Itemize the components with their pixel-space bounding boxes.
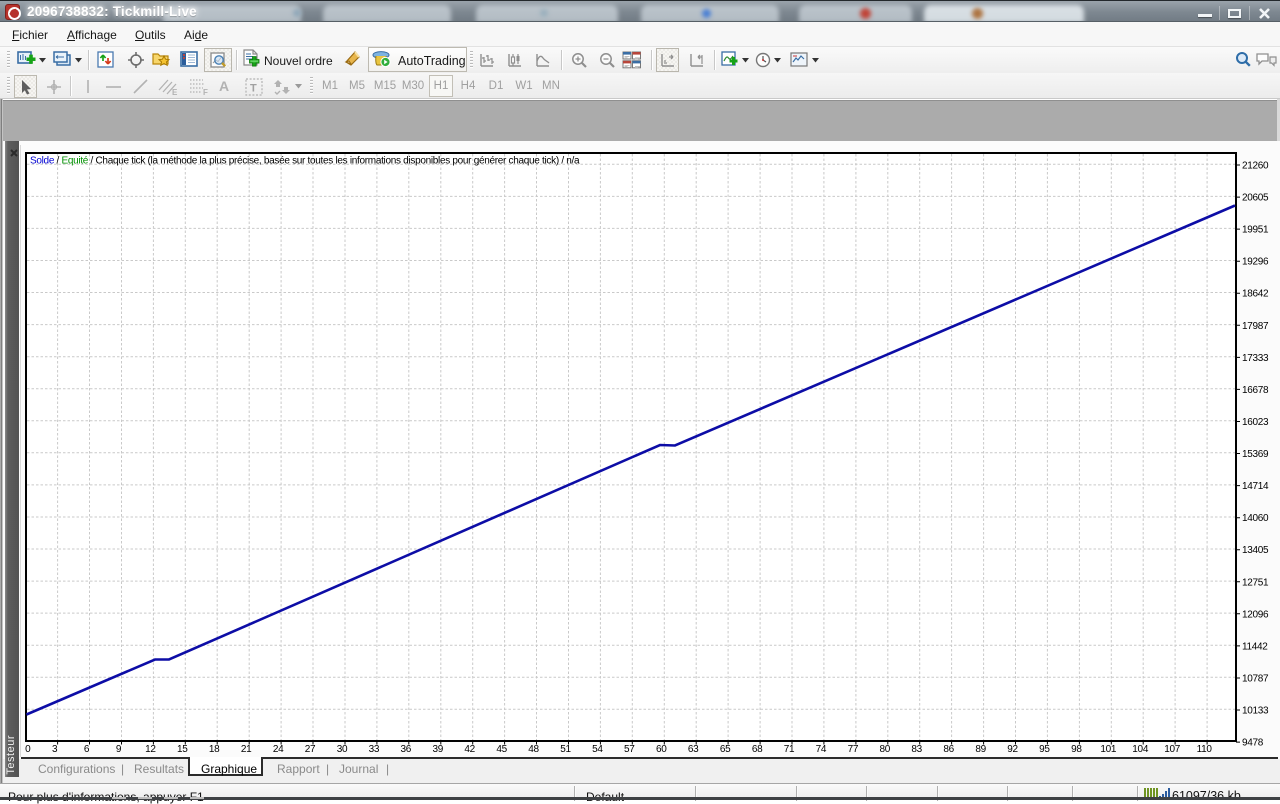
svg-text:16678: 16678 bbox=[1242, 385, 1269, 396]
svg-text:Solde / Equité / Chaque tick (: Solde / Equité / Chaque tick (la méthode… bbox=[30, 156, 580, 167]
svg-text:71: 71 bbox=[784, 744, 795, 755]
svg-text:104: 104 bbox=[1132, 744, 1149, 755]
svg-text:10787: 10787 bbox=[1242, 674, 1269, 685]
svg-text:9478: 9478 bbox=[1242, 738, 1264, 749]
svg-text:107: 107 bbox=[1164, 744, 1181, 755]
svg-text:89: 89 bbox=[975, 744, 986, 755]
svg-text:18: 18 bbox=[209, 744, 220, 755]
svg-text:33: 33 bbox=[369, 744, 380, 755]
svg-text:48: 48 bbox=[528, 744, 539, 755]
svg-text:101: 101 bbox=[1100, 744, 1117, 755]
svg-text:21: 21 bbox=[241, 744, 252, 755]
svg-text:12096: 12096 bbox=[1242, 609, 1269, 620]
svg-text:0: 0 bbox=[25, 744, 31, 755]
svg-text:20605: 20605 bbox=[1242, 193, 1269, 204]
svg-text:18642: 18642 bbox=[1242, 289, 1269, 300]
svg-text:110: 110 bbox=[1197, 744, 1213, 755]
svg-text:14714: 14714 bbox=[1242, 481, 1269, 492]
svg-text:16023: 16023 bbox=[1242, 417, 1269, 428]
svg-text:19296: 19296 bbox=[1242, 257, 1269, 268]
svg-text:57: 57 bbox=[624, 744, 635, 755]
svg-text:36: 36 bbox=[401, 744, 412, 755]
svg-text:24: 24 bbox=[273, 744, 284, 755]
svg-text:15: 15 bbox=[177, 744, 188, 755]
svg-text:54: 54 bbox=[592, 744, 603, 755]
svg-text:17987: 17987 bbox=[1242, 321, 1269, 332]
svg-text:13405: 13405 bbox=[1242, 545, 1269, 556]
svg-text:63: 63 bbox=[688, 744, 699, 755]
svg-text:68: 68 bbox=[752, 744, 763, 755]
svg-text:10133: 10133 bbox=[1242, 706, 1269, 717]
svg-text:21260: 21260 bbox=[1242, 161, 1269, 172]
svg-text:3: 3 bbox=[52, 744, 58, 755]
svg-text:98: 98 bbox=[1071, 744, 1082, 755]
svg-text:77: 77 bbox=[848, 744, 859, 755]
svg-text:30: 30 bbox=[337, 744, 348, 755]
svg-text:80: 80 bbox=[880, 744, 891, 755]
svg-text:51: 51 bbox=[560, 744, 571, 755]
svg-text:17333: 17333 bbox=[1242, 353, 1269, 364]
svg-text:6: 6 bbox=[84, 744, 90, 755]
svg-text:86: 86 bbox=[943, 744, 954, 755]
svg-text:9: 9 bbox=[116, 744, 122, 755]
svg-text:12: 12 bbox=[145, 744, 156, 755]
svg-text:74: 74 bbox=[816, 744, 827, 755]
svg-text:92: 92 bbox=[1007, 744, 1018, 755]
svg-text:15369: 15369 bbox=[1242, 449, 1269, 460]
svg-text:95: 95 bbox=[1039, 744, 1050, 755]
svg-text:39: 39 bbox=[433, 744, 444, 755]
svg-text:83: 83 bbox=[911, 744, 922, 755]
svg-text:65: 65 bbox=[720, 744, 731, 755]
svg-text:45: 45 bbox=[496, 744, 507, 755]
svg-text:60: 60 bbox=[656, 744, 667, 755]
svg-text:19951: 19951 bbox=[1242, 225, 1269, 236]
svg-text:14060: 14060 bbox=[1242, 513, 1269, 524]
svg-text:11442: 11442 bbox=[1242, 641, 1268, 652]
svg-text:42: 42 bbox=[464, 744, 475, 755]
svg-text:27: 27 bbox=[305, 744, 316, 755]
svg-text:12751: 12751 bbox=[1242, 577, 1269, 588]
